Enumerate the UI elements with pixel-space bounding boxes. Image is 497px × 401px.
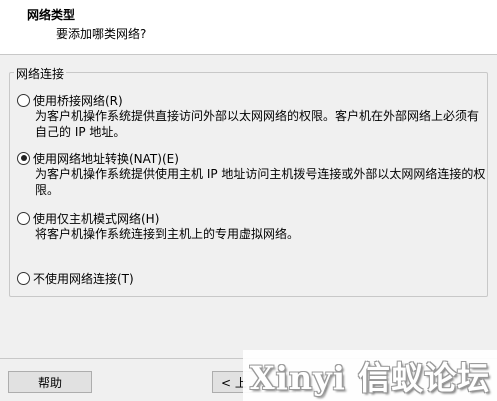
- radio-no-network[interactable]: [17, 271, 30, 285]
- option-nat-row[interactable]: 使用网络地址转换(NAT)(E): [17, 150, 485, 166]
- watermark-logo: Xinyi 信蚁论坛: [243, 350, 497, 401]
- option-no-network-row[interactable]: 不使用网络连接(T): [17, 270, 485, 286]
- option-nat[interactable]: 使用网络地址转换(NAT)(E) 为客户机操作系统提供使用主机 IP 地址访问主…: [17, 150, 485, 198]
- option-bridged-description: 为客户机操作系统提供直接访问外部以太网网络的权限。客户机在外部网络上必须有自己的…: [35, 109, 480, 139]
- page-title: 网络类型: [27, 8, 76, 22]
- option-host-only-row[interactable]: 使用仅主机模式网络(H): [17, 210, 485, 226]
- group-label: 网络连接: [14, 65, 67, 82]
- option-host-only[interactable]: 使用仅主机模式网络(H) 将客户机操作系统连接到主机上的专用虚拟网络。: [17, 210, 485, 242]
- option-nat-label[interactable]: 使用网络地址转换(NAT)(E): [33, 150, 179, 167]
- option-host-only-description: 将客户机操作系统连接到主机上的专用虚拟网络。: [35, 227, 300, 241]
- page-subtitle: 要添加哪类网络?: [56, 27, 147, 41]
- option-no-network-label[interactable]: 不使用网络连接(T): [33, 270, 134, 287]
- option-bridged-row[interactable]: 使用桥接网络(R): [17, 92, 485, 108]
- help-button[interactable]: 帮助: [8, 371, 92, 393]
- radio-nat[interactable]: [17, 151, 30, 165]
- radio-host-only[interactable]: [17, 211, 30, 225]
- option-no-network[interactable]: 不使用网络连接(T): [17, 270, 485, 286]
- option-bridged-label[interactable]: 使用桥接网络(R): [33, 92, 123, 109]
- option-bridged[interactable]: 使用桥接网络(R) 为客户机操作系统提供直接访问外部以太网网络的权限。客户机在外…: [17, 92, 485, 140]
- option-host-only-label[interactable]: 使用仅主机模式网络(H): [33, 210, 159, 227]
- option-nat-description: 为客户机操作系统提供使用主机 IP 地址访问主机拨号连接或外部以太网网络连接的权…: [35, 167, 486, 197]
- radio-bridged[interactable]: [17, 93, 30, 107]
- wizard-header: 网络类型 要添加哪类网络?: [0, 0, 497, 55]
